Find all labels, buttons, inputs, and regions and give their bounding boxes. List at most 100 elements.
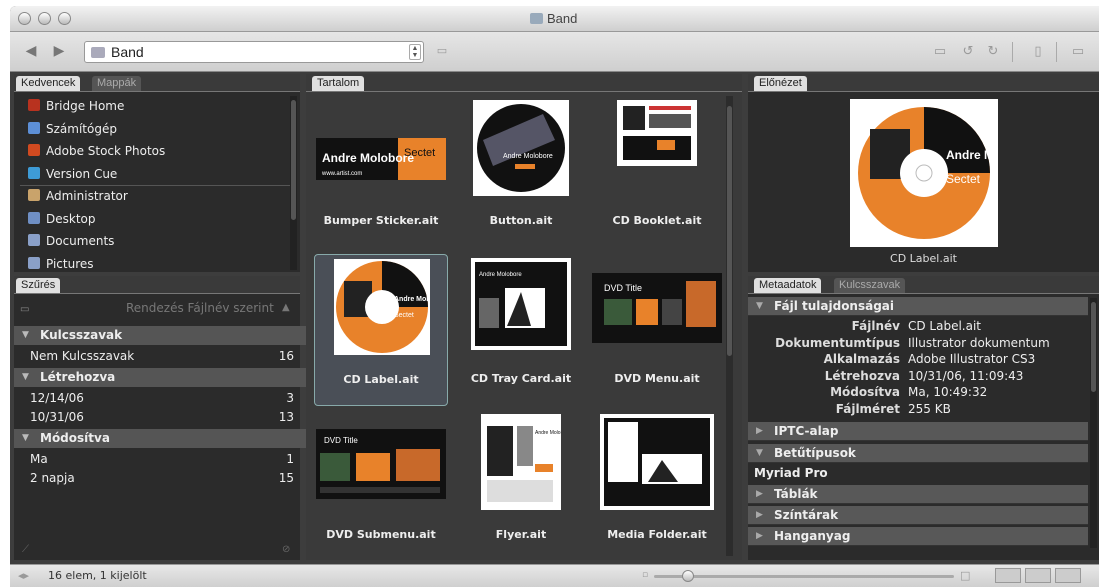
filter-item[interactable]: 2 napja 15	[14, 469, 306, 488]
thumbnail-item[interactable]: CD Booklet.ait	[590, 96, 724, 248]
tab-folders[interactable]: Mappák	[92, 76, 142, 91]
filter-item[interactable]: Nem Kulcsszavak 16	[14, 347, 306, 366]
minimize-window-button[interactable]	[38, 12, 51, 25]
favorite-item[interactable]: Version Cue	[28, 164, 117, 184]
svg-text:Sectet: Sectet	[404, 147, 435, 159]
status-text: 16 elem, 1 kijelölt	[48, 569, 147, 582]
slider-thumb[interactable]	[682, 570, 694, 582]
favorite-item[interactable]: Bridge Home	[28, 96, 124, 116]
rotate-right-icon[interactable]: ↻	[985, 44, 1001, 59]
file-properties-header[interactable]: ▼ Fájl tulajdonságai	[748, 297, 1088, 316]
expanded-triangle-icon: ▼	[22, 433, 29, 443]
thumbnail-item[interactable]: DVD Title DVD Menu.ait	[590, 254, 724, 406]
filter-item[interactable]: 10/31/06 13	[14, 408, 306, 427]
filter-group-header[interactable]: ▼ Kulcsszavak	[14, 326, 306, 345]
svg-text:DVD Title: DVD Title	[324, 436, 358, 445]
iptc-header[interactable]: ▶ IPTC-alap	[748, 422, 1088, 441]
favorite-item[interactable]: Documents	[28, 231, 114, 251]
path-dropdown[interactable]: Band ▲ ▼	[84, 41, 424, 63]
resize-handle-icon[interactable]: ⟋	[22, 544, 29, 555]
favorite-label: Bridge Home	[46, 99, 125, 113]
svg-text:www.artist.com: www.artist.com	[321, 171, 362, 177]
swatches-header[interactable]: ▶ Színtárak	[748, 506, 1088, 525]
expanded-triangle-icon: ▼	[22, 372, 29, 382]
stock-photos-icon	[28, 144, 40, 156]
view-details-button[interactable]	[1025, 568, 1051, 583]
thumbnail-item[interactable]: Media Folder.ait	[590, 410, 724, 562]
user-home-icon	[28, 189, 40, 201]
filter-item[interactable]: Ma 1	[14, 450, 306, 469]
metadata-value: 10/31/06, 11:09:43	[908, 368, 1024, 383]
font-value: Myriad Pro	[754, 466, 828, 480]
metadata-scrollbar[interactable]	[1090, 298, 1097, 548]
forward-arrow-icon[interactable]: ▶	[50, 43, 68, 59]
thumbnail-image: DVD Title	[592, 273, 722, 343]
thumbnail-size-slider[interactable]	[654, 575, 954, 578]
trash-icon[interactable]: ▯	[1030, 44, 1046, 59]
clear-filter-icon[interactable]: ⊘	[282, 544, 290, 555]
back-arrow-icon[interactable]: ◀	[22, 43, 40, 59]
bridge-icon	[28, 99, 40, 111]
filter-item-label: Ma	[30, 452, 48, 466]
tab-favorites[interactable]: Kedvencek	[16, 76, 81, 91]
filter-item-count: 13	[278, 410, 294, 424]
tab-metadata[interactable]: Metaadatok	[754, 278, 822, 293]
favorites-scrollbar[interactable]	[290, 96, 297, 270]
filter-item[interactable]: 12/14/06 3	[14, 389, 306, 408]
filter-group-title: Módosítva	[40, 431, 110, 445]
filter-group-header[interactable]: ▼ Létrehozva	[14, 368, 306, 387]
filter-item-label: 12/14/06	[30, 391, 84, 405]
preview-image: Andre Molobore Sectet	[850, 99, 1038, 247]
favorite-item[interactable]: Adobe Stock Photos	[28, 141, 165, 161]
audio-header[interactable]: ▶ Hanganyag	[748, 527, 1088, 546]
favorite-item[interactable]: Pictures	[28, 254, 94, 274]
thumbnail-item[interactable]: Andre Molobore CD Tray Card.ait	[454, 254, 588, 406]
compact-mode-icon[interactable]: ▭	[1070, 44, 1086, 59]
thumbnail-image	[617, 100, 697, 166]
scroll-thumb[interactable]	[1091, 302, 1096, 392]
computer-icon	[28, 121, 40, 134]
thumbnail-item[interactable]: DVD Title DVD Submenu.ait	[314, 410, 448, 562]
thumbnail-item[interactable]: Andre Molobore Button.ait	[454, 96, 588, 248]
sort-direction-icon[interactable]: ▲	[282, 302, 290, 313]
reveal-folder-icon[interactable]: ▭	[434, 44, 450, 59]
thumbnail-item[interactable]: Andre Molobore Sectet CD Label.ait	[314, 254, 448, 406]
thumbnail-image: Andre Molobore Sectet www.artist.com	[316, 120, 446, 180]
filter-group-header[interactable]: ▼ Módosítva	[14, 429, 306, 448]
metadata-row: Létrehozva 10/31/06, 11:09:43	[748, 368, 1088, 385]
content-scrollbar[interactable]	[726, 96, 733, 556]
rotate-left-icon[interactable]: ↺	[960, 44, 976, 59]
preview-subtitle-text: Sectet	[946, 172, 981, 186]
content-tab-bar	[306, 74, 742, 92]
view-grid-button[interactable]	[995, 568, 1021, 583]
small-thumbnail-icon: ▫	[642, 570, 649, 580]
zoom-window-button[interactable]	[58, 12, 71, 25]
panel-toggle-icon[interactable]: ◂▸	[18, 569, 29, 582]
scroll-thumb[interactable]	[291, 100, 296, 220]
thumbnail-item[interactable]: Andre Molobore Flyer.ait	[454, 410, 588, 562]
close-window-button[interactable]	[18, 12, 31, 25]
plates-header[interactable]: ▶ Táblák	[748, 485, 1088, 504]
filter-item-label: Nem Kulcsszavak	[30, 349, 135, 363]
tab-preview[interactable]: Előnézet	[754, 76, 807, 91]
tab-keywords[interactable]: Kulcsszavak	[834, 278, 906, 293]
favorite-label: Desktop	[46, 211, 96, 226]
new-folder-icon[interactable]: ▭	[932, 44, 948, 59]
metadata-value: Ma, 10:49:32	[908, 385, 988, 399]
scroll-thumb[interactable]	[727, 106, 732, 356]
favorite-item[interactable]: Desktop	[28, 209, 96, 229]
svg-text:Andre Molobore: Andre Molobore	[535, 430, 561, 436]
sort-dropdown[interactable]: Rendezés Fájlnév szerint	[126, 301, 274, 315]
tab-content[interactable]: Tartalom	[312, 76, 365, 91]
expanded-triangle-icon: ▼	[756, 301, 763, 311]
dropdown-stepper-icon[interactable]: ▲ ▼	[409, 44, 421, 60]
favorite-item[interactable]: Administrator	[28, 186, 128, 206]
tab-filter[interactable]: Szűrés	[16, 278, 61, 293]
thumbnail-item[interactable]: Andre Molobore Sectet www.artist.com Bumper…	[314, 96, 448, 248]
favorite-item[interactable]: Számítógép	[28, 119, 117, 139]
view-list-button[interactable]	[1055, 568, 1081, 583]
filter-options-icon[interactable]: ▭	[20, 304, 29, 315]
collapsed-triangle-icon: ▶	[756, 531, 763, 541]
fonts-header[interactable]: ▼ Betűtípusok	[748, 444, 1088, 463]
filter-item-count: 3	[286, 391, 294, 405]
